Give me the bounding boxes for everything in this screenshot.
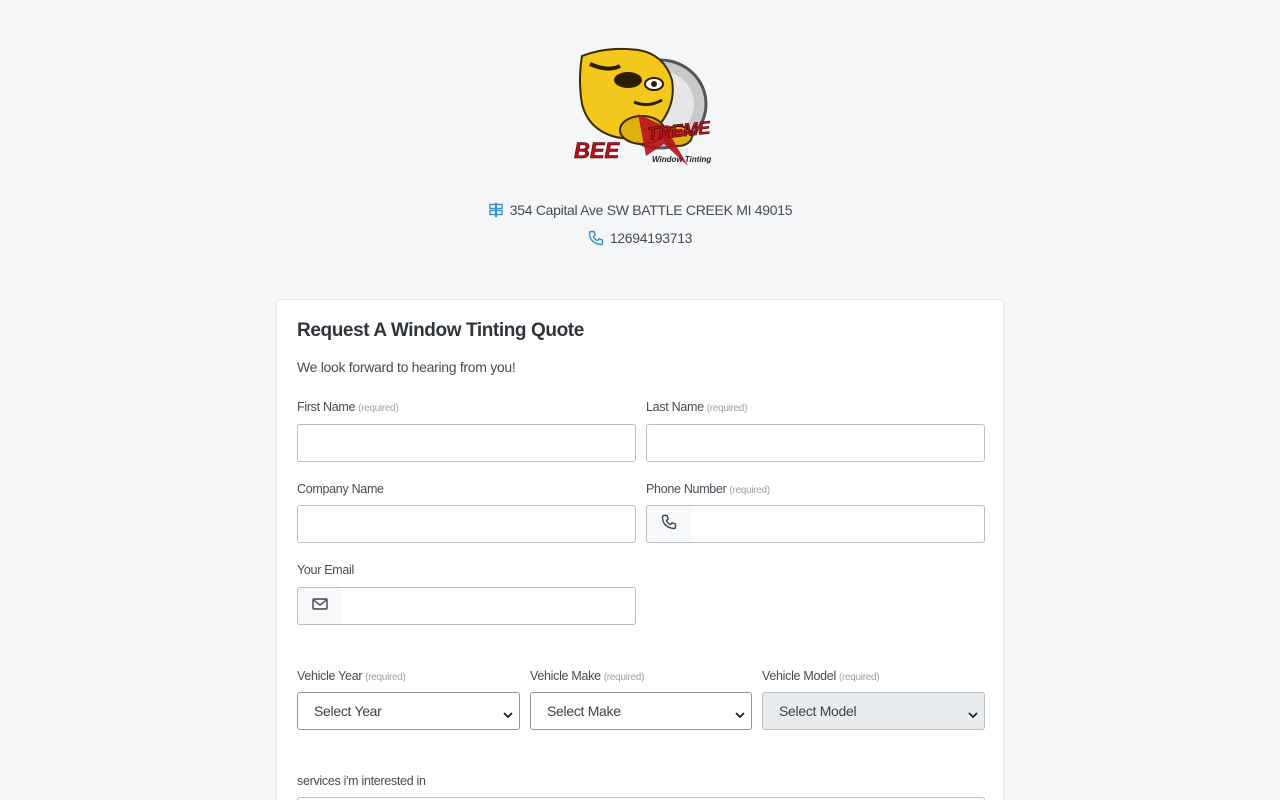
vehicle-year-value: Select Year [314,703,382,719]
services-label: services i'm interested in [297,774,426,788]
envelope-icon [312,597,328,616]
chevron-down-icon [503,707,513,723]
address-text: 354 Capital Ave SW BATTLE CREEK MI 49015 [509,202,793,218]
vehicle-year-select[interactable]: Select Year [297,692,520,730]
phone-text: 12694193713 [609,230,693,246]
form-title: Request A Window Tinting Quote [297,320,584,341]
business-phone[interactable]: 12694193713 [0,230,1280,249]
vehicle-make-select[interactable]: Select Make [530,692,752,730]
quote-form-card: Request A Window Tinting Quote We look f… [276,299,1004,800]
vehicle-year-label: Vehicle Year (required) [297,669,406,683]
last-name-label: Last Name (required) [646,400,748,414]
phone-number-label: Phone Number (required) [646,482,770,496]
svg-text:BEE: BEE [574,138,621,163]
email-label: Your Email [297,563,354,577]
chevron-down-icon [735,707,745,723]
email-input[interactable] [342,587,636,625]
form-subtitle: We look forward to hearing from you! [297,359,516,375]
phone-icon [661,514,677,535]
email-addon [297,587,343,625]
phone-addon [646,505,692,543]
vehicle-model-select[interactable]: Select Model [762,692,985,730]
signpost-icon [488,202,504,221]
vehicle-make-label: Vehicle Make (required) [530,669,645,683]
chevron-down-icon [968,707,978,723]
last-name-input[interactable] [646,424,985,462]
company-name-label: Company Name [297,482,384,496]
phone-number-input[interactable] [691,505,985,543]
first-name-label: First Name (required) [297,400,399,414]
company-name-input[interactable] [297,505,636,543]
vehicle-make-value: Select Make [547,703,621,719]
business-address: 354 Capital Ave SW BATTLE CREEK MI 49015 [0,202,1280,221]
svg-text:Window Tinting: Window Tinting [652,155,711,164]
vehicle-model-value: Select Model [779,703,857,719]
vehicle-model-label: Vehicle Model (required) [762,669,880,683]
phone-icon [588,230,604,249]
first-name-input[interactable] [297,424,636,462]
bee-logo-icon: BEE TREME Window Tinting [574,47,712,166]
brand-logo: BEE TREME Window Tinting [568,44,712,176]
